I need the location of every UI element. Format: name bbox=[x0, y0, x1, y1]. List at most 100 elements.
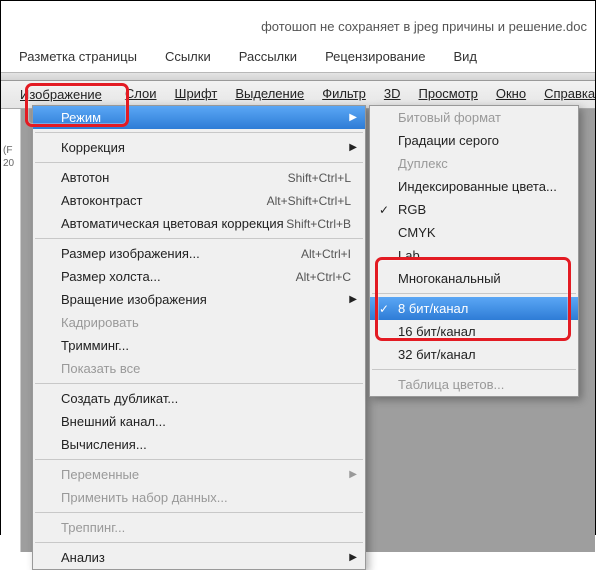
word-ribbon-tabs: Разметка страницы Ссылки Рассылки Реценз… bbox=[1, 41, 595, 73]
menu-item-label: Кадрировать bbox=[61, 315, 139, 330]
menu-shortcut: Alt+Shift+Ctrl+L bbox=[267, 194, 351, 208]
menu-item: Треппинг... bbox=[33, 516, 365, 539]
menu-item[interactable]: CMYK bbox=[370, 221, 578, 244]
menu-item: Переменные ▶ bbox=[33, 463, 365, 486]
menu-separator bbox=[35, 512, 363, 513]
window-titlebar: фотошоп не сохраняет в jpeg причины и ре… bbox=[1, 1, 595, 41]
menu-item[interactable]: Вычисления... bbox=[33, 433, 365, 456]
menu-item[interactable]: Автоконтраст Alt+Shift+Ctrl+L bbox=[33, 189, 365, 212]
menu-item: Дуплекс bbox=[370, 152, 578, 175]
checkmark-icon: ✓ bbox=[379, 203, 389, 217]
submenu-arrow-icon: ▶ bbox=[349, 469, 357, 480]
menu-separator bbox=[372, 369, 576, 370]
menu-item-label: Таблица цветов... bbox=[398, 377, 504, 392]
menu-filter[interactable]: Фильтр bbox=[322, 86, 366, 103]
menu-shortcut: Shift+Ctrl+L bbox=[288, 171, 351, 185]
menu-item[interactable]: Режим ▶ bbox=[33, 106, 365, 129]
menu-item-label: Создать дубликат... bbox=[61, 391, 178, 406]
submenu-arrow-icon: ▶ bbox=[349, 142, 357, 153]
menu-item-label: Дуплекс bbox=[398, 156, 448, 171]
menu-item[interactable]: Коррекция ▶ bbox=[33, 136, 365, 159]
menu-item-label: Автотон bbox=[61, 170, 109, 185]
menu-item-label: Размер изображения... bbox=[61, 246, 200, 261]
menu-separator bbox=[35, 162, 363, 163]
menu-item-label: Автоконтраст bbox=[61, 193, 142, 208]
menu-item-label: Вращение изображения bbox=[61, 292, 207, 307]
menu-item[interactable]: Lab bbox=[370, 244, 578, 267]
menu-item-label: Внешний канал... bbox=[61, 414, 166, 429]
menu-item[interactable]: ✓ 8 бит/канал bbox=[370, 297, 578, 320]
menu-item-label: Вычисления... bbox=[61, 437, 147, 452]
menu-item[interactable]: 16 бит/канал bbox=[370, 320, 578, 343]
menu-item[interactable]: Создать дубликат... bbox=[33, 387, 365, 410]
menu-separator bbox=[372, 293, 576, 294]
menu-item[interactable]: ✓ RGB bbox=[370, 198, 578, 221]
menu-item: Битовый формат bbox=[370, 106, 578, 129]
submenu-arrow-icon: ▶ bbox=[349, 552, 357, 563]
menu-item-label: 32 бит/канал bbox=[398, 347, 476, 362]
menu-font[interactable]: Шрифт bbox=[175, 86, 218, 103]
menu-item-label: Тримминг... bbox=[61, 338, 129, 353]
menu-item-label: CMYK bbox=[398, 225, 436, 240]
menu-window[interactable]: Окно bbox=[496, 86, 526, 103]
menu-selection[interactable]: Выделение bbox=[235, 86, 304, 103]
menu-image[interactable]: Изображение bbox=[15, 86, 107, 103]
menu-item: Показать все bbox=[33, 357, 365, 380]
menu-item: Применить набор данных... bbox=[33, 486, 365, 509]
menu-item[interactable]: Внешний канал... bbox=[33, 410, 365, 433]
menu-separator bbox=[35, 238, 363, 239]
menu-item: Кадрировать bbox=[33, 311, 365, 334]
menu-item-label: 8 бит/канал bbox=[398, 301, 468, 316]
mode-submenu-dropdown: Битовый формат Градации серого Дуплекс Инде… bbox=[369, 105, 579, 397]
menu-separator bbox=[35, 383, 363, 384]
menu-item-label: Размер холста... bbox=[61, 269, 161, 284]
menu-item: Таблица цветов... bbox=[370, 373, 578, 396]
submenu-arrow-icon: ▶ bbox=[349, 112, 357, 123]
window-title: фотошоп не сохраняет в jpeg причины и ре… bbox=[261, 19, 587, 34]
menu-shortcut: Alt+Ctrl+C bbox=[296, 270, 351, 284]
menu-item[interactable]: Индексированные цвета... bbox=[370, 175, 578, 198]
menu-item[interactable]: 32 бит/канал bbox=[370, 343, 578, 366]
menu-item-label: Градации серого bbox=[398, 133, 499, 148]
ribbon-tab[interactable]: Вид bbox=[453, 49, 477, 64]
menu-item-label: Применить набор данных... bbox=[61, 490, 228, 505]
checkmark-icon: ✓ bbox=[379, 302, 389, 316]
menu-item[interactable]: Размер холста... Alt+Ctrl+C bbox=[33, 265, 365, 288]
menu-item-label: Битовый формат bbox=[398, 110, 501, 125]
menu-item[interactable]: Автотон Shift+Ctrl+L bbox=[33, 166, 365, 189]
ribbon-tab[interactable]: Ссылки bbox=[165, 49, 211, 64]
menu-item[interactable]: Многоканальный bbox=[370, 267, 578, 290]
menu-help[interactable]: Справка bbox=[544, 86, 595, 103]
menu-item-label: Коррекция bbox=[61, 140, 125, 155]
menu-item-label: Автоматическая цветовая коррекция bbox=[61, 216, 284, 231]
menu-item[interactable]: Градации серого bbox=[370, 129, 578, 152]
menu-item-label: RGB bbox=[398, 202, 426, 217]
menu-item-label: Показать все bbox=[61, 361, 140, 376]
image-menu-dropdown: Режим ▶ Коррекция ▶ Автотон Shift+Ctrl+L Авток… bbox=[32, 105, 366, 570]
menu-item-label: Переменные bbox=[61, 467, 139, 482]
ribbon-tab[interactable]: Разметка страницы bbox=[19, 49, 137, 64]
menu-item-label: Режим bbox=[61, 110, 101, 125]
menu-item[interactable]: Анализ ▶ bbox=[33, 546, 365, 569]
menu-separator bbox=[35, 132, 363, 133]
menu-3d[interactable]: 3D bbox=[384, 86, 401, 103]
menu-layers[interactable]: Слои bbox=[125, 86, 157, 103]
menu-item-label: 16 бит/канал bbox=[398, 324, 476, 339]
menu-item-label: Lab bbox=[398, 248, 420, 263]
menu-item-label: Индексированные цвета... bbox=[398, 179, 557, 194]
submenu-arrow-icon: ▶ bbox=[349, 294, 357, 305]
menu-separator bbox=[35, 542, 363, 543]
menu-item[interactable]: Автоматическая цветовая коррекцияShift+C… bbox=[33, 212, 365, 235]
ribbon-tab[interactable]: Рецензирование bbox=[325, 49, 425, 64]
menu-item[interactable]: Тримминг... bbox=[33, 334, 365, 357]
menu-item-label: Треппинг... bbox=[61, 520, 125, 535]
ribbon-tab[interactable]: Рассылки bbox=[239, 49, 297, 64]
menu-shortcut: Shift+Ctrl+B bbox=[286, 217, 351, 231]
menu-item-label: Многоканальный bbox=[398, 271, 501, 286]
menu-view[interactable]: Просмотр bbox=[419, 86, 478, 103]
menu-item-label: Анализ bbox=[61, 550, 105, 565]
menu-shortcut: Alt+Ctrl+I bbox=[301, 247, 351, 261]
menu-item[interactable]: Вращение изображения ▶ bbox=[33, 288, 365, 311]
menu-item[interactable]: Размер изображения... Alt+Ctrl+I bbox=[33, 242, 365, 265]
left-panel: (F 20 bbox=[1, 109, 21, 552]
